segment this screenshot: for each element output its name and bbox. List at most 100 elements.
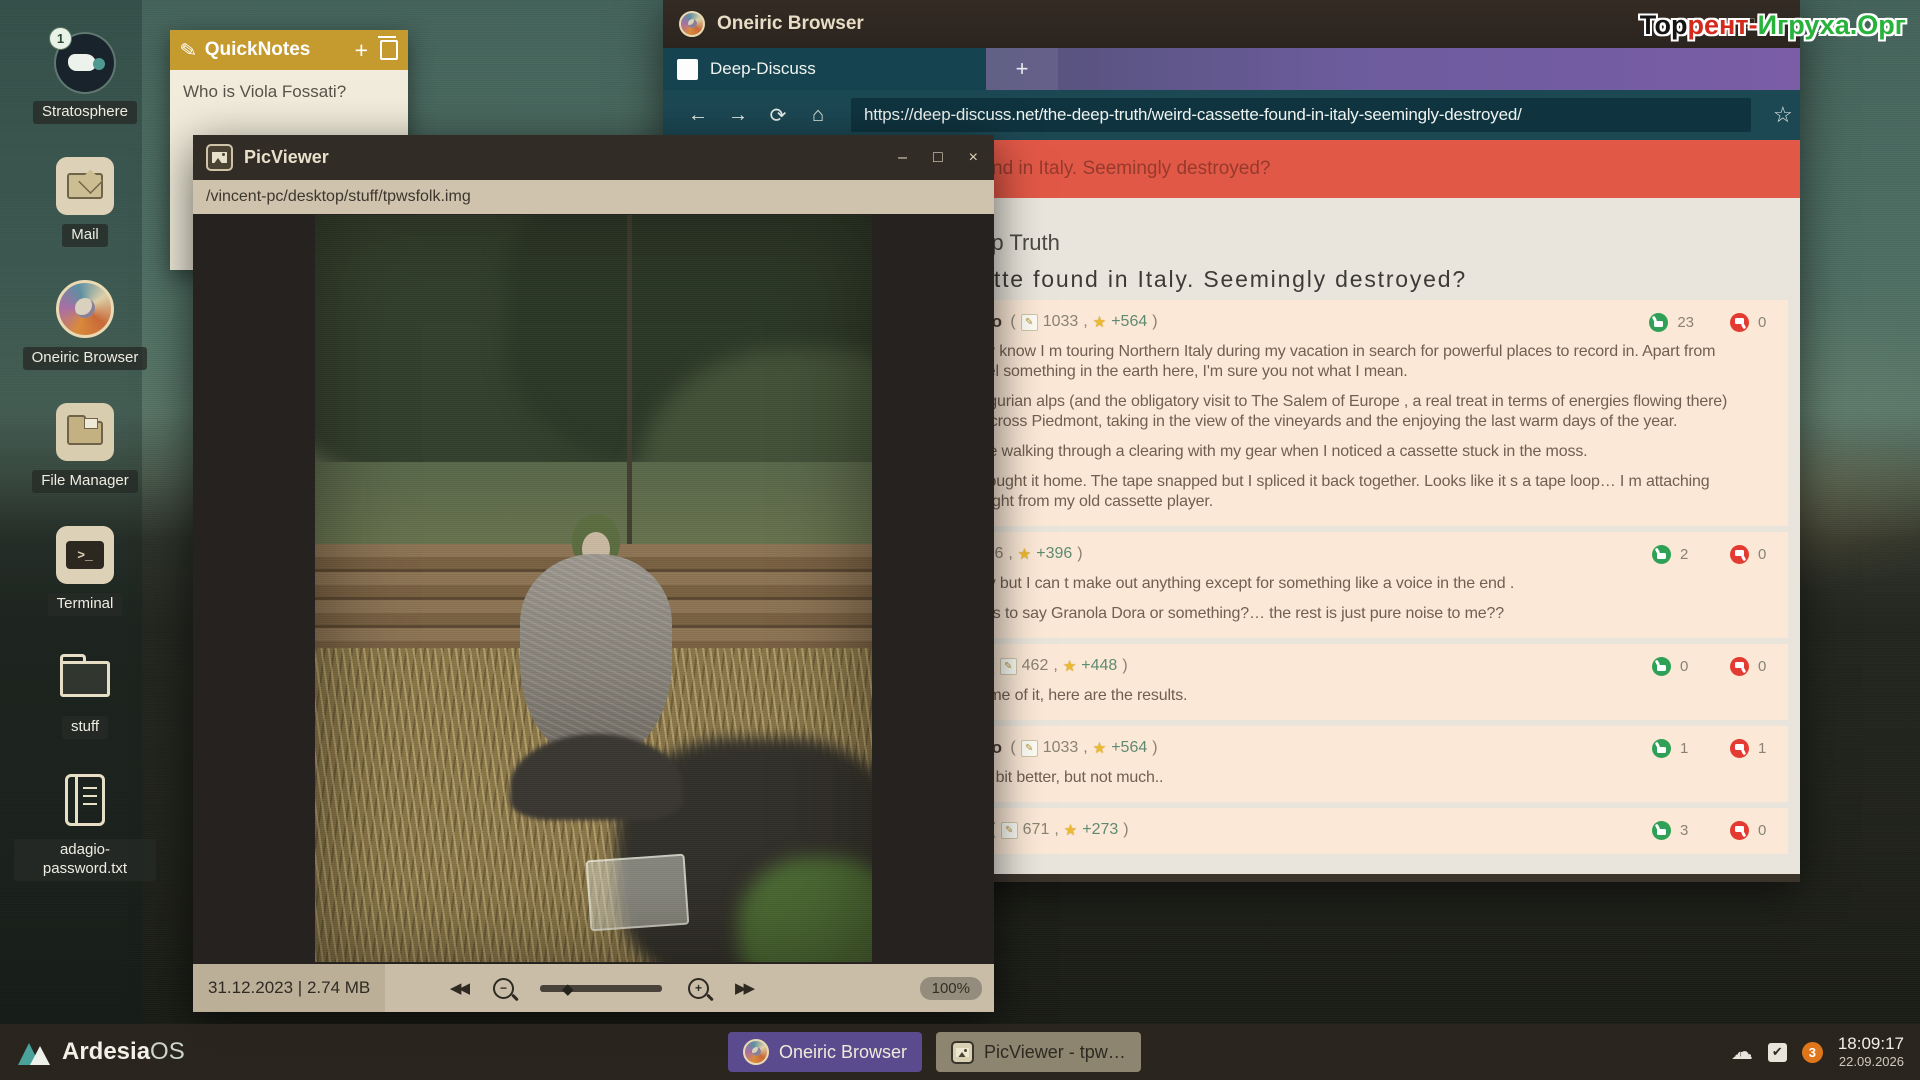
downvote-icon[interactable]	[1730, 821, 1749, 840]
clock-time: 18:09:17	[1838, 1034, 1904, 1054]
clock-date: 22.09.2026	[1838, 1054, 1904, 1070]
picviewer-app-icon	[951, 1041, 974, 1064]
picviewer-statusbar: 31.12.2023 | 2.74 MB ◀◀ − ◆ + ▶▶ 100%	[193, 964, 994, 1012]
desktop-icon-label: Terminal	[48, 593, 123, 616]
oneiric-browser-icon	[679, 11, 705, 37]
folder-icon	[56, 649, 114, 707]
maximize-icon[interactable]: □	[933, 149, 943, 167]
home-icon[interactable]: ⌂	[805, 104, 831, 127]
reputation-star-icon: ★	[1093, 313, 1106, 331]
desktop-icon-terminal[interactable]: >_ Terminal	[14, 526, 156, 649]
quicknotes-header: ✎ QuickNotes +	[170, 30, 408, 70]
upvote-icon[interactable]	[1652, 545, 1671, 564]
desktop-icon-stuff-folder[interactable]: stuff	[14, 649, 156, 772]
file-manager-icon	[56, 403, 114, 461]
tasks-check-icon[interactable]: ✔	[1768, 1043, 1787, 1062]
posts-count-icon: ✎	[1000, 658, 1017, 675]
desktop-icon-stratosphere[interactable]: 1 Stratosphere	[14, 34, 156, 157]
add-note-button[interactable]: +	[355, 39, 368, 62]
zoom-out-icon[interactable]: −	[493, 978, 514, 999]
picviewer-path-bar[interactable]: /vincent-pc/desktop/stuff/tpwsfolk.img	[193, 180, 994, 214]
picviewer-window: PicViewer – □ × /vincent-pc/desktop/stuf…	[193, 135, 994, 1012]
reputation-star-icon: ★	[1093, 739, 1106, 757]
notification-badge: 1	[49, 27, 72, 50]
text-file-icon	[56, 772, 114, 830]
picviewer-app-icon	[206, 144, 233, 171]
desktop-icon-password-file[interactable]: adagio-password.txt	[14, 772, 156, 895]
desktop-icon-label: Stratosphere	[33, 101, 137, 124]
downvote-count: 0	[1758, 822, 1772, 839]
zoom-level-badge: 100%	[920, 977, 982, 1000]
browser-navbar: ← → ⟳ ⌂ https://deep-discuss.net/the-dee…	[663, 90, 1800, 140]
upvote-icon[interactable]	[1652, 657, 1671, 676]
notes-icon: ✎	[178, 36, 198, 63]
tab-favicon	[677, 59, 698, 80]
minimize-icon[interactable]: –	[898, 149, 907, 167]
downvote-count: 0	[1758, 314, 1772, 331]
downvote-count: 0	[1758, 546, 1772, 563]
previous-image-icon[interactable]: ◀◀	[450, 979, 467, 997]
downvote-icon[interactable]	[1730, 739, 1749, 758]
zoom-in-icon[interactable]: +	[688, 978, 709, 999]
upvote-count: 23	[1677, 314, 1694, 331]
file-date-size: 31.12.2023 | 2.74 MB	[193, 964, 385, 1012]
desktop-icon-file-manager[interactable]: File Manager	[14, 403, 156, 526]
desktop-icon-label: adagio-password.txt	[14, 839, 156, 881]
notification-count-badge[interactable]: 3	[1802, 1042, 1823, 1063]
trash-icon[interactable]	[380, 40, 398, 60]
close-icon[interactable]: ×	[969, 149, 978, 167]
zoom-slider[interactable]: ◆	[540, 985, 662, 992]
picviewer-canvas	[193, 214, 994, 964]
post-meta: ( ✎ 1033, ★ +564 )	[1010, 313, 1157, 331]
browser-tabbar: Deep-Discuss +	[663, 48, 1800, 90]
upvote-icon[interactable]	[1652, 739, 1671, 758]
stratosphere-icon: 1	[56, 34, 114, 92]
browser-titlebar[interactable]: Oneiric Browser – □ ×	[663, 0, 1800, 48]
os-name: ArdesiaOS	[62, 1038, 185, 1066]
downvote-icon[interactable]	[1730, 313, 1749, 332]
upvote-icon[interactable]	[1649, 313, 1668, 332]
forward-icon[interactable]: →	[725, 104, 751, 127]
downvote-count: 0	[1758, 658, 1772, 675]
clock[interactable]: 18:09:17 22.09.2026	[1838, 1034, 1904, 1070]
picviewer-window-title: PicViewer	[244, 147, 329, 168]
upvote-icon[interactable]	[1652, 821, 1671, 840]
next-image-icon[interactable]: ▶▶	[735, 979, 752, 997]
posts-count-icon: ✎	[1021, 740, 1038, 757]
ardesia-logo-icon[interactable]	[18, 1039, 52, 1065]
desktop-icon-label: File Manager	[32, 470, 138, 493]
downvote-icon[interactable]	[1730, 657, 1749, 676]
back-icon[interactable]: ←	[685, 104, 711, 127]
taskbar: ArdesiaOS Oneiric Browser PicViewer - tp…	[0, 1024, 1920, 1080]
cloud-upload-icon[interactable]: ☁↑	[1731, 1041, 1753, 1063]
photo-tpwsfolk	[315, 215, 872, 962]
desktop-icon-label: Oneiric Browser	[23, 347, 148, 370]
taskbar-button-oneiric-browser[interactable]: Oneiric Browser	[728, 1032, 922, 1072]
bookmark-star-icon[interactable]: ☆	[1773, 102, 1793, 128]
oneiric-browser-icon	[56, 280, 114, 338]
browser-window-title: Oneiric Browser	[717, 13, 864, 35]
upvote-count: 0	[1680, 658, 1694, 675]
slider-handle[interactable]: ◆	[562, 980, 574, 998]
desktop-icon-mail[interactable]: Mail	[14, 157, 156, 280]
terminal-icon: >_	[56, 526, 114, 584]
reputation-star-icon: ★	[1018, 545, 1031, 563]
desktop-icon-label: stuff	[62, 716, 108, 739]
reputation-star-icon: ★	[1063, 657, 1076, 675]
posts-count-icon: ✎	[1021, 314, 1038, 331]
tab-label: Deep-Discuss	[710, 59, 816, 79]
picviewer-titlebar[interactable]: PicViewer – □ ×	[193, 135, 994, 180]
refresh-icon[interactable]: ⟳	[765, 103, 791, 128]
upvote-count: 1	[1680, 740, 1694, 757]
new-tab-button[interactable]: +	[986, 48, 1058, 90]
posts-count-icon: ✎	[1001, 822, 1018, 839]
tab-deep-discuss[interactable]: Deep-Discuss	[663, 48, 986, 90]
url-bar[interactable]: https://deep-discuss.net/the-deep-truth/…	[851, 98, 1751, 132]
taskbar-button-picviewer[interactable]: PicViewer - tpw…	[936, 1032, 1141, 1072]
post-meta: ( ✎ 671, ★ +273 )	[990, 821, 1128, 839]
torrent-watermark: Торрент-Игруха.Орг	[1640, 10, 1906, 41]
desktop-icon-label: Mail	[62, 224, 108, 247]
downvote-icon[interactable]	[1730, 545, 1749, 564]
desktop-icon-column: 1 Stratosphere Mail Oneiric Browser File…	[14, 34, 156, 895]
desktop-icon-oneiric-browser[interactable]: Oneiric Browser	[14, 280, 156, 403]
